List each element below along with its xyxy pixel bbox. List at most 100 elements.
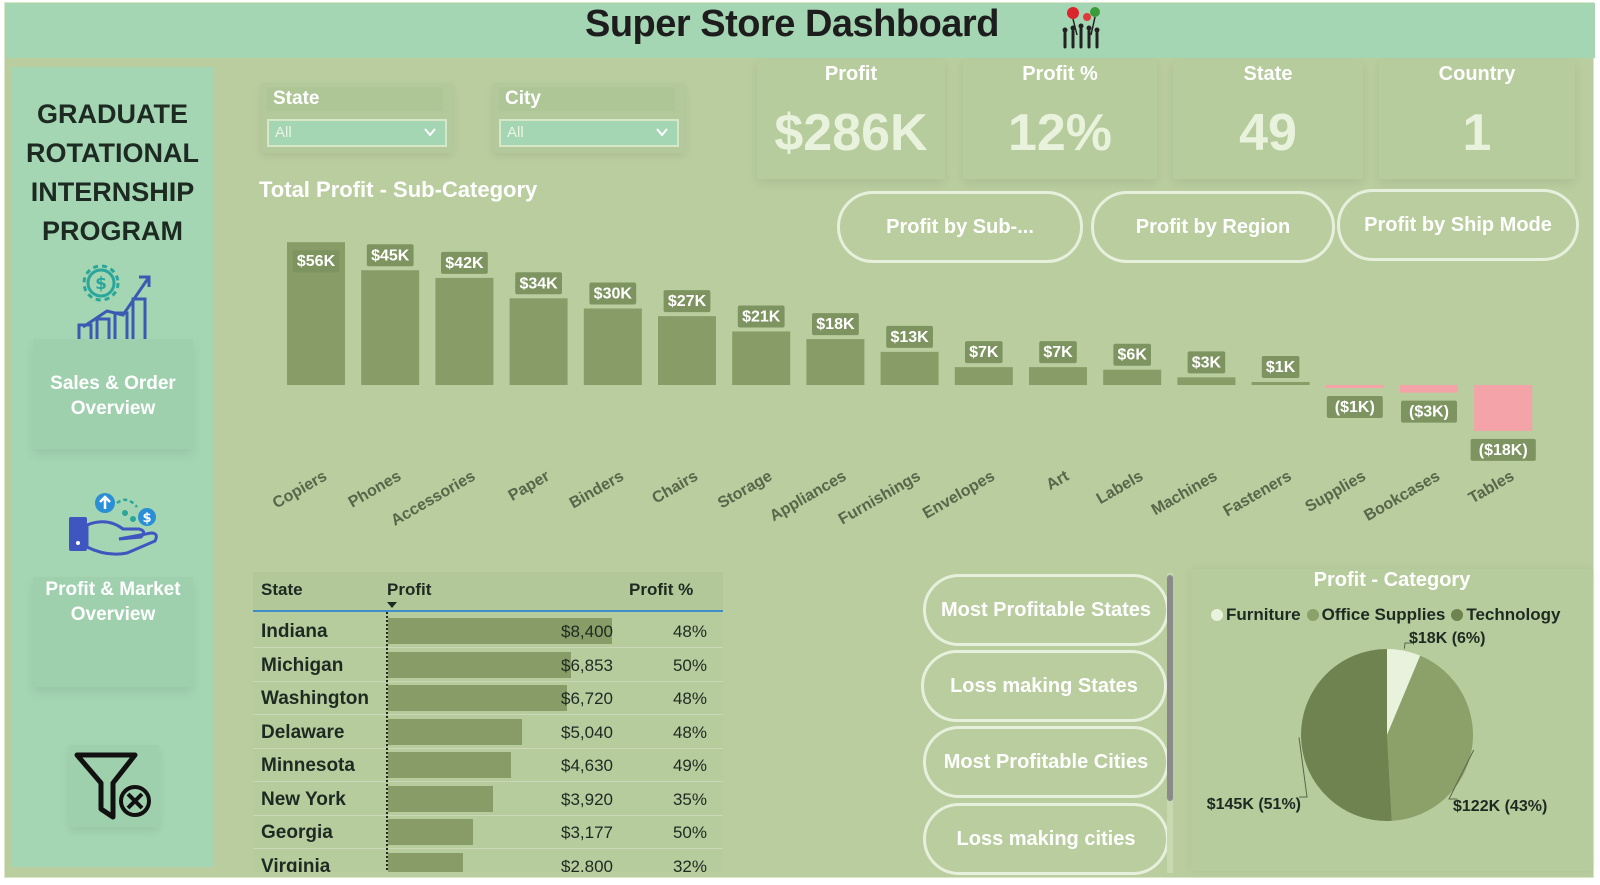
legend-item[interactable]: Office Supplies: [1306, 605, 1445, 625]
x-tick-label: Bookcases: [1361, 468, 1443, 525]
bar-tables[interactable]: [1474, 385, 1533, 431]
profit-category-pie-chart: $18K (6%) $122K (43%) $145K (51%): [1207, 630, 1547, 821]
profit-subcategory-bar-chart: $56K Copiers $45K Phones $42K Accessories $34K…: [270, 242, 1536, 530]
sidebar: GRADUATE ROTATIONAL INTERNSHIP PROGRAM $: [11, 67, 214, 867]
cell-state: Minnesota: [261, 755, 355, 776]
bar-envelopes[interactable]: [954, 367, 1013, 385]
clear-filter-icon: [74, 752, 151, 820]
bar-labels[interactable]: [1103, 369, 1162, 385]
program-title-line: GRADUATE: [37, 99, 188, 129]
x-tick-label: Paper: [506, 468, 553, 505]
dollar-gear-growth-chart-icon: $: [77, 264, 151, 343]
bar-chairs[interactable]: [658, 316, 716, 385]
svg-text:$42K: $42K: [445, 255, 484, 272]
nav-label: Sales & Order: [50, 373, 176, 394]
nav-label: Overview: [70, 604, 156, 625]
scrollbar-thumb[interactable]: [1167, 575, 1173, 801]
legend-label: Technology: [1466, 605, 1561, 624]
bar-binders[interactable]: [583, 308, 642, 386]
most-profitable-states-button[interactable]: Most Profitable States: [923, 574, 1169, 646]
profit-by-subcategory-button[interactable]: Profit by Sub-...: [837, 191, 1083, 263]
cell-profit: $5,040: [561, 722, 613, 742]
x-tick-label: Accessories: [388, 468, 478, 530]
bar-art[interactable]: [1029, 367, 1087, 385]
loss-making-states-button[interactable]: Loss making States: [921, 650, 1167, 722]
state-profit-table: State Profit Profit % Indiana $8,400 48% Mi…: [253, 572, 723, 872]
bar-appliances[interactable]: [806, 339, 865, 385]
table-row[interactable]: New York $3,920 35%: [253, 782, 723, 816]
x-tick-label: Fasteners: [1221, 468, 1295, 521]
bar-accessories[interactable]: [435, 277, 494, 385]
cell-profit: $4,630: [561, 756, 613, 775]
cell-profit: $8,400: [561, 622, 613, 641]
profit-by-region-button[interactable]: Profit by Region: [1091, 191, 1335, 263]
table-row[interactable]: Delaware $5,040 48%: [253, 715, 723, 749]
bar-fasteners[interactable]: [1251, 382, 1310, 385]
table-row[interactable]: Michigan $6,853 50%: [253, 648, 723, 682]
bar-furnishings[interactable]: [880, 351, 939, 385]
cell-state: Virginia: [261, 855, 331, 873]
kpi-profit-percent-card: Profit % 12%: [963, 59, 1157, 179]
city-dropdown-value: All: [507, 124, 524, 141]
bar-supplies[interactable]: [1325, 385, 1384, 388]
clear-filter-button[interactable]: [69, 745, 159, 827]
profit-by-ship-mode-button[interactable]: Profit by Ship Mode: [1337, 189, 1579, 261]
column-header-profit-percent[interactable]: Profit %: [629, 580, 693, 600]
table-row[interactable]: Virginia $2,800 32%: [253, 849, 723, 873]
bar-data-label: $27K: [663, 290, 711, 313]
column-header-state[interactable]: State: [261, 580, 303, 600]
bar-data-label: $13K: [886, 325, 933, 348]
kpi-value: 12%: [1007, 104, 1113, 162]
cell-state: Delaware: [261, 721, 345, 743]
column-header-profit[interactable]: Profit: [387, 580, 431, 600]
table-row[interactable]: Washington $6,720 48%: [253, 681, 723, 715]
table-row[interactable]: Georgia $3,177 50%: [253, 815, 723, 849]
svg-text:$: $: [142, 511, 151, 526]
table-row[interactable]: Minnesota $4,630 49%: [253, 748, 723, 782]
people-balloons-icon: [1062, 7, 1100, 49]
bar-data-label: $7K: [965, 341, 1003, 364]
cell-profit-percent: 32%: [672, 856, 707, 873]
program-title-line: PROGRAM: [42, 216, 183, 246]
bar-machines[interactable]: [1177, 377, 1236, 385]
svg-text:$13K: $13K: [890, 329, 929, 346]
legend-item[interactable]: Technology: [1451, 605, 1561, 625]
svg-text:$3K: $3K: [1192, 354, 1222, 371]
bar-data-label: $7K: [1039, 341, 1077, 364]
bar-phones[interactable]: [361, 270, 420, 385]
cell-profit-databar: [388, 819, 473, 845]
pie-chart-title: Profit - Category: [1313, 569, 1471, 591]
sort-descending-icon: [387, 602, 397, 608]
svg-text:$7K: $7K: [1043, 344, 1073, 361]
bar-storage[interactable]: [732, 331, 791, 385]
kpi-label: Profit: [824, 63, 878, 85]
program-title-line: INTERNSHIP: [30, 177, 195, 207]
program-title-line: ROTATIONAL: [26, 138, 199, 168]
bar-data-label: $21K: [737, 305, 785, 328]
state-dropdown[interactable]: All: [267, 119, 447, 147]
svg-text:$27K: $27K: [668, 293, 707, 310]
legend-dot: [1451, 609, 1464, 621]
kpi-state-card: State 49: [1173, 59, 1363, 179]
table-row[interactable]: Indiana $8,400 48%: [253, 614, 723, 648]
loss-making-cities-button[interactable]: Loss making cities: [923, 803, 1169, 875]
state-slicer: State All: [261, 83, 453, 153]
most-profitable-cities-button[interactable]: Most Profitable Cities: [923, 726, 1169, 798]
legend-item[interactable]: Furniture: [1211, 605, 1301, 625]
kpi-label: Country: [1438, 63, 1516, 85]
svg-text:$7K: $7K: [969, 344, 999, 361]
nav-profit-market-overview-button[interactable]: Profit & Market Overview: [33, 577, 193, 687]
kpi-value: 1: [1462, 104, 1492, 162]
bar-paper[interactable]: [509, 298, 568, 385]
pie-data-label: $18K (6%): [1409, 630, 1485, 647]
nav-label: Profit & Market: [45, 579, 181, 600]
svg-text:$45K: $45K: [371, 247, 410, 264]
x-tick-label: Copiers: [270, 468, 330, 513]
city-dropdown[interactable]: All: [499, 119, 679, 147]
x-tick-label: Tables: [1466, 468, 1517, 508]
bar-bookcases[interactable]: [1400, 385, 1458, 393]
nav-sales-order-overview-button[interactable]: Sales & Order Overview: [33, 339, 193, 449]
pie-slice-technology[interactable]: [1301, 649, 1392, 821]
svg-text:$21K: $21K: [742, 308, 781, 325]
kpi-label: State: [1243, 63, 1293, 85]
